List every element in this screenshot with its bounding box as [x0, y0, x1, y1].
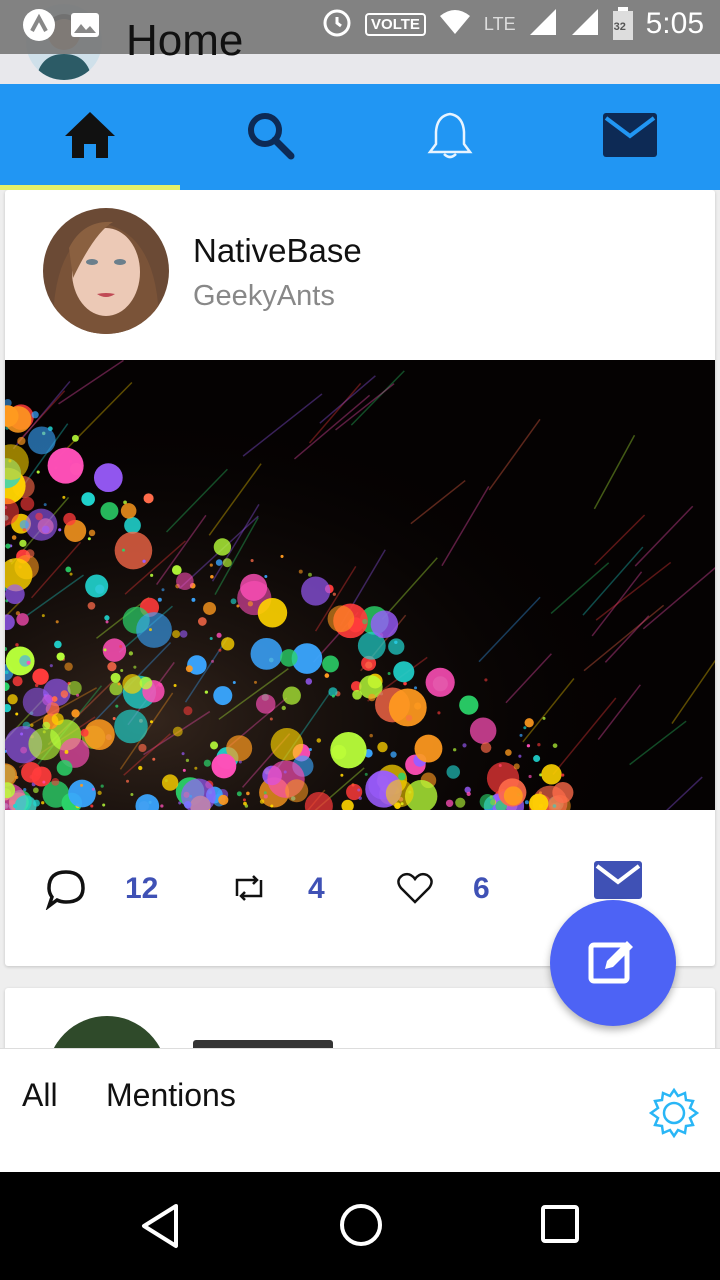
post-author-handle: GeekyAnts — [193, 280, 335, 312]
settings-icon[interactable] — [648, 1087, 700, 1143]
wifi-icon — [438, 8, 472, 40]
post-author-name — [193, 1040, 333, 1048]
comment-icon[interactable] — [45, 868, 87, 914]
retweet-icon[interactable] — [231, 874, 267, 906]
post-author-name: NativeBase — [193, 232, 362, 269]
bell-icon — [427, 110, 473, 164]
tab-home[interactable] — [0, 84, 180, 190]
clock: 5:05 — [645, 7, 704, 40]
home-icon — [63, 110, 117, 164]
network-type: LTE — [483, 13, 516, 34]
signal-2-icon — [570, 7, 600, 41]
comment-count: 12 — [125, 872, 159, 905]
home-button-icon[interactable] — [338, 1202, 384, 1252]
battery-level: 32 — [613, 21, 626, 33]
battery-icon: 32 — [612, 7, 634, 41]
app-logo-icon — [22, 8, 56, 46]
tab-mentions[interactable]: Mentions — [106, 1077, 236, 1114]
recents-icon[interactable] — [540, 1204, 580, 1248]
post-avatar[interactable] — [47, 1016, 167, 1048]
alarm-icon — [321, 6, 353, 42]
signal-icon — [528, 7, 558, 41]
top-tab-bar — [0, 84, 720, 190]
footer-tabs: All Mentions — [0, 1048, 720, 1172]
post-card: NativeBase GeekyAnts 12 4 6 — [5, 190, 715, 966]
retweet-count: 4 — [308, 872, 325, 905]
system-nav-bar — [0, 1172, 720, 1280]
back-icon[interactable] — [138, 1202, 182, 1254]
share-mail-icon[interactable] — [593, 860, 643, 904]
tab-search[interactable] — [180, 84, 360, 190]
post-image[interactable] — [5, 360, 715, 810]
tab-all[interactable]: All — [22, 1077, 58, 1114]
volte-badge: VOLTE — [365, 12, 426, 36]
status-bar: VOLTE LTE 32 5:05 — [0, 0, 720, 54]
mail-icon — [602, 112, 658, 162]
tab-messages[interactable] — [540, 84, 720, 190]
compose-icon — [587, 935, 639, 991]
search-icon — [245, 110, 295, 164]
like-count: 6 — [473, 872, 490, 905]
tab-notifications[interactable] — [360, 84, 540, 190]
heart-icon[interactable] — [397, 872, 433, 908]
page-title: Home — [126, 16, 244, 65]
compose-button[interactable] — [550, 900, 676, 1026]
image-notification-icon — [70, 12, 100, 42]
post-avatar[interactable] — [43, 208, 169, 334]
